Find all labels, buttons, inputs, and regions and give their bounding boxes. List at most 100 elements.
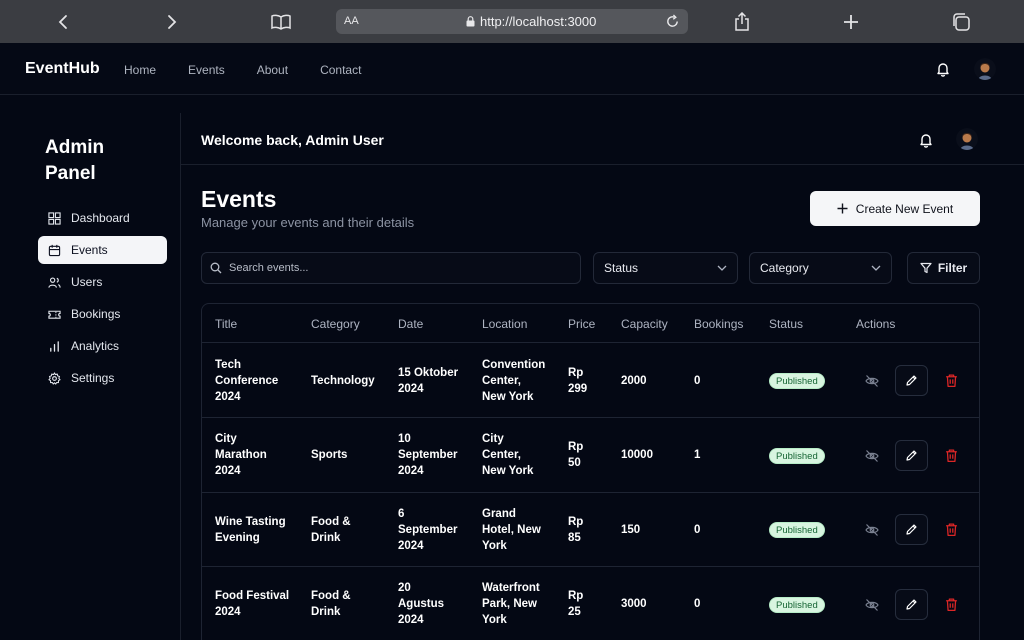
reload-icon[interactable] [665,14,680,29]
status-badge: Published [769,522,825,538]
status-select-value: Status [604,261,639,275]
top-nav: Home Events About Contact [124,63,361,77]
nav-about[interactable]: About [257,63,288,77]
calendar-icon [48,244,61,256]
cell-date-line: Agustus [398,598,444,610]
column-header-category[interactable]: Category [311,317,360,331]
notification-bell-icon[interactable] [918,132,934,148]
edit-button[interactable] [895,439,928,471]
cell-price-line: 85 [568,531,581,544]
table-row[interactable]: City Marathon 2024 Sports 10 September 2024 Cit… [202,419,979,493]
sidebar-item-events[interactable]: Events [38,236,167,264]
cell-location-line: New York [482,390,534,403]
cell-date-line: 2024 [398,465,424,477]
brand-logo[interactable]: EventHub [25,60,100,78]
cell-capacity: 3000 [621,598,647,610]
column-header-date[interactable]: Date [398,317,423,331]
cell-price: Rp 50 [568,439,583,471]
cell-title-line: 2024 [215,390,241,403]
cell-price-line: 50 [568,457,581,469]
cell-bookings: 1 [694,449,701,461]
user-avatar[interactable] [956,128,978,150]
edit-button[interactable] [895,588,928,620]
cell-category-line: Food & [311,590,351,602]
cell-category-line: Food & [311,515,351,528]
cell-location-line: Grand [482,507,516,520]
cell-date-line: September [398,523,458,536]
eye-off-icon[interactable] [864,448,880,464]
status-badge: Published [769,596,825,613]
cell-category: Food & Drink [311,588,351,620]
nav-contact[interactable]: Contact [320,63,361,77]
column-header-title[interactable]: Title [215,317,237,331]
reader-aa-button[interactable]: AA [344,15,359,27]
trash-icon[interactable] [944,522,959,537]
welcome-message: Welcome back, Admin User [201,132,384,148]
bookmarks-icon[interactable] [269,10,293,34]
filter-button[interactable]: Filter [907,252,980,284]
forward-icon[interactable] [160,10,184,34]
column-header-actions: Actions [856,317,896,331]
column-header-location[interactable]: Location [482,317,527,331]
share-icon[interactable] [730,10,754,34]
search-input[interactable] [229,262,559,274]
cell-category: Food & Drink [311,514,351,546]
cell-price: Rp 299 [568,365,587,397]
cell-location-line: Center, [482,449,521,461]
cell-price-line: 25 [568,606,581,618]
cell-title-line: 2024 [215,465,241,477]
column-header-price[interactable]: Price [568,317,595,331]
table-row[interactable]: Food Festival 2024 Food & Drink 20 Agustus 202… [202,568,979,640]
search-icon [210,262,222,274]
url-bar[interactable]: AA http://localhost:3000 [336,9,688,34]
eye-off-icon[interactable] [864,373,880,389]
cell-capacity: 2000 [621,374,647,387]
trash-icon[interactable] [944,373,959,388]
cell-date-line: 6 [398,507,405,520]
notification-bell-icon[interactable] [935,61,951,77]
column-header-bookings[interactable]: Bookings [694,317,743,331]
cell-price-line: Rp [568,441,584,453]
cell-title: Food Festival 2024 [215,588,289,620]
cell-location-line: Convention [482,358,546,371]
cell-title: City Marathon 2024 [215,431,267,479]
back-icon[interactable] [51,10,75,34]
sidebar: Admin Panel Dashboard Events Users Booki… [0,95,180,640]
trash-icon[interactable] [944,448,959,463]
edit-button[interactable] [895,514,928,545]
eye-off-icon[interactable] [864,522,880,538]
create-event-button[interactable]: Create New Event [810,191,980,226]
trash-icon[interactable] [944,597,959,612]
search-box[interactable] [201,252,581,284]
column-header-status[interactable]: Status [769,317,803,331]
new-tab-icon[interactable] [839,10,863,34]
cell-date-line: 10 [398,433,411,445]
sidebar-item-users[interactable]: Users [38,268,167,296]
edit-button[interactable] [895,365,928,396]
cell-bookings: 0 [694,598,701,610]
chevron-down-icon [871,265,881,271]
cell-location-line: Park, New [482,598,537,610]
cell-date-line: 20 [398,582,411,594]
table-row[interactable]: Tech Conference 2024 Technology 15 Oktober 20… [202,344,979,418]
category-select[interactable]: Category [749,252,892,284]
tabs-overview-icon[interactable] [949,10,973,34]
status-select[interactable]: Status [593,252,738,284]
cell-title-line: Conference [215,374,279,387]
nav-home[interactable]: Home [124,63,156,77]
sidebar-item-settings[interactable]: Settings [38,364,167,392]
cell-title-line: Wine Tasting [215,515,286,528]
pencil-icon [906,524,917,535]
sidebar-item-label: Events [71,243,108,257]
sidebar-item-bookings[interactable]: Bookings [38,300,167,328]
sidebar-item-analytics[interactable]: Analytics [38,332,167,360]
sidebar-item-label: Settings [71,371,115,385]
cell-title-line: Marathon [215,449,267,461]
sidebar-item-dashboard[interactable]: Dashboard [38,204,167,232]
column-header-capacity[interactable]: Capacity [621,317,668,331]
cell-title-line: Tech [215,358,241,371]
table-row[interactable]: Wine Tasting Evening Food & Drink 6 September… [202,493,979,567]
nav-events[interactable]: Events [188,63,225,77]
user-avatar[interactable] [974,58,996,80]
eye-off-icon[interactable] [864,597,880,613]
